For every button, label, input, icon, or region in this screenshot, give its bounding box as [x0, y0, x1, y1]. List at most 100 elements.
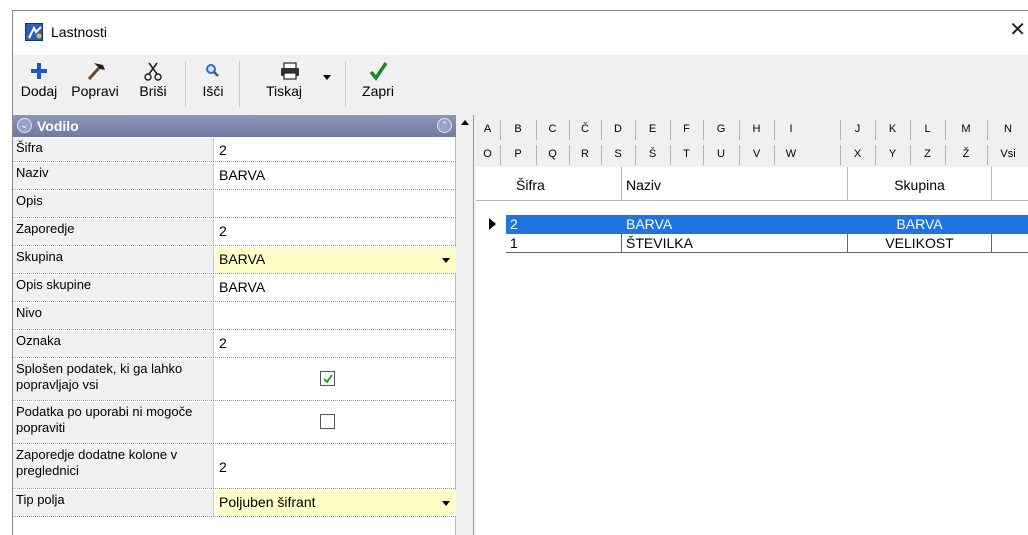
table-row[interactable]: 1 ŠTEVILKA VELIKOST — [476, 234, 1028, 253]
category-icon: ⌄ — [17, 118, 32, 133]
letter-button[interactable]: B — [501, 118, 535, 140]
edit-button[interactable]: Popravi — [65, 55, 125, 113]
cell-naziv[interactable]: BARVA — [622, 215, 848, 234]
letter-button[interactable]: H — [740, 118, 773, 140]
letter-button[interactable]: L — [911, 118, 944, 140]
cell-skupina[interactable]: VELIKOST — [848, 234, 992, 253]
property-row-zaporedje-kolone: Zaporedje dodatne kolone v preglednici 2 — [13, 445, 456, 489]
scroll-up-icon[interactable] — [461, 120, 469, 125]
cell-sifra[interactable]: 1 — [506, 234, 622, 253]
property-row-opis-skupine: Opis skupine BARVA — [13, 275, 456, 302]
letter-button[interactable]: Ž — [946, 143, 986, 165]
current-row-icon — [489, 218, 496, 230]
close-window-icon[interactable]: ✕ — [1009, 20, 1026, 40]
letter-button[interactable]: F — [671, 118, 702, 140]
naziv-field[interactable]: BARVA — [215, 163, 456, 189]
tip-polja-combo[interactable]: Poljuben šifrant — [215, 490, 456, 516]
zaporedje-kolone-field[interactable]: 2 — [215, 445, 456, 488]
property-label: Zaporedje — [13, 219, 214, 245]
sifra-field[interactable]: 2 — [215, 138, 456, 161]
window-title: Lastnosti — [51, 24, 108, 40]
splosen-podatek-cell — [215, 359, 456, 400]
chevron-down-icon[interactable] — [442, 258, 450, 263]
delete-button[interactable]: Briši — [131, 55, 175, 113]
ni-mogoce-popraviti-checkbox[interactable] — [320, 414, 335, 429]
letter-button[interactable]: Q — [537, 143, 568, 165]
add-button[interactable]: Dodaj — [19, 55, 59, 113]
property-row-oznaka: Oznaka 2 — [13, 331, 456, 358]
print-label: Tiskaj — [265, 83, 303, 99]
property-scrollbar[interactable] — [457, 115, 474, 535]
cell-z[interactable] — [992, 215, 1028, 234]
cell-skupina[interactable]: BARVA — [848, 215, 992, 234]
zaporedje-field[interactable]: 2 — [215, 219, 456, 245]
property-row-nivo: Nivo — [13, 303, 456, 330]
category-header[interactable]: ⌄ Vodilo ⌃ — [13, 115, 456, 137]
toolbar-separator — [185, 61, 186, 107]
nivo-field[interactable] — [215, 303, 456, 329]
collapse-icon[interactable]: ⌃ — [437, 118, 452, 133]
toolbar: Dodaj Popravi Briši Išči Tiskaj Zapri — [13, 55, 1028, 113]
property-label: Opis — [13, 191, 214, 217]
letter-button[interactable]: W — [775, 143, 807, 165]
app-icon — [25, 23, 43, 41]
title-bar: Lastnosti ✕ — [13, 11, 1028, 55]
row-indicator — [476, 215, 506, 234]
category-title: Vodilo — [37, 118, 79, 134]
letter-button[interactable]: U — [704, 143, 738, 165]
letter-button[interactable]: I — [775, 118, 807, 140]
print-dropdown-icon[interactable] — [323, 75, 331, 80]
letter-button[interactable]: K — [876, 118, 909, 140]
property-row-splosen-podatek: Splošen podatek, ki ga lahko popravljajo… — [13, 359, 456, 401]
letter-button[interactable]: G — [704, 118, 738, 140]
tip-polja-value: Poljuben šifrant — [219, 494, 316, 510]
print-button[interactable]: Tiskaj — [249, 55, 335, 113]
column-header-skupina[interactable]: Skupina — [848, 167, 992, 201]
add-label: Dodaj — [20, 83, 58, 99]
delete-label: Briši — [139, 83, 167, 99]
letter-all-button[interactable]: Vsi — [988, 143, 1028, 165]
opis-skupine-field[interactable]: BARVA — [215, 275, 456, 301]
letter-button[interactable]: Š — [636, 143, 669, 165]
property-label: Tip polja — [13, 490, 214, 516]
letter-button[interactable]: T — [671, 143, 702, 165]
property-label: Oznaka — [13, 331, 214, 357]
property-label: Opis skupine — [13, 275, 214, 301]
letter-button[interactable]: C — [537, 118, 568, 140]
letter-button[interactable]: S — [602, 143, 634, 165]
letter-button[interactable]: Z — [911, 143, 944, 165]
toolbar-separator — [345, 61, 346, 107]
column-header-naziv[interactable]: Naziv — [622, 167, 848, 201]
letter-button[interactable]: V — [740, 143, 773, 165]
letter-button[interactable]: R — [570, 143, 600, 165]
alphabet-row-1: A B C Č D E F G H I J K L M N — [476, 118, 1028, 142]
letter-button[interactable]: A — [476, 118, 499, 140]
letter-button[interactable]: P — [501, 143, 535, 165]
letter-button[interactable]: E — [636, 118, 669, 140]
chevron-down-icon[interactable] — [442, 501, 450, 506]
splosen-podatek-checkbox[interactable] — [320, 371, 335, 386]
letter-button[interactable]: Č — [570, 118, 600, 140]
table-row[interactable]: 2 BARVA BARVA — [476, 215, 1028, 234]
grid-header: Šifra Naziv Skupina Z — [476, 167, 1028, 201]
magnifier-icon — [195, 61, 231, 81]
property-grid: ⌄ Vodilo ⌃ Šifra 2 Naziv BARVA Opis Zapo… — [13, 115, 456, 535]
column-header-sifra[interactable]: Šifra — [506, 167, 622, 201]
close-button[interactable]: Zapri — [353, 55, 403, 113]
skupina-combo[interactable]: BARVA — [215, 247, 456, 273]
letter-button[interactable]: X — [841, 143, 874, 165]
oznaka-field[interactable]: 2 — [215, 331, 456, 357]
letter-button[interactable]: Y — [876, 143, 909, 165]
letter-button[interactable]: N — [988, 118, 1028, 140]
letter-button[interactable]: J — [841, 118, 874, 140]
letter-button[interactable]: D — [602, 118, 634, 140]
checkmark-icon — [353, 61, 403, 81]
cell-sifra[interactable]: 2 — [506, 215, 622, 234]
cell-naziv[interactable]: ŠTEVILKA — [622, 234, 848, 253]
column-header-z[interactable]: Z — [992, 167, 1028, 201]
search-button[interactable]: Išči — [195, 55, 231, 113]
letter-button[interactable]: O — [476, 143, 499, 165]
cell-z[interactable] — [992, 234, 1028, 253]
letter-button[interactable]: M — [946, 118, 986, 140]
opis-field[interactable] — [215, 191, 456, 217]
